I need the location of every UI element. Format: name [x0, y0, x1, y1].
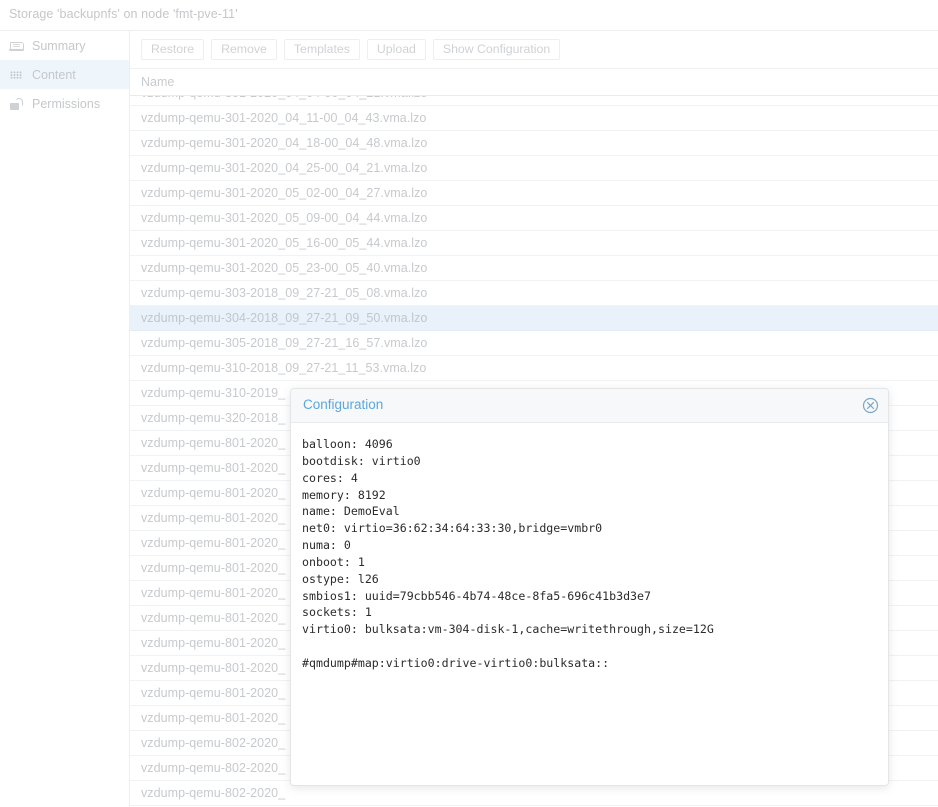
sidebar-item-content[interactable]: Content	[0, 60, 129, 89]
sidebar-item-permissions[interactable]: Permissions	[0, 89, 129, 118]
sidebar: Summary Content Permissions	[0, 31, 130, 807]
backup-file-name: vzdump-qemu-301-2020_04_11-00_04_43.vma.…	[141, 111, 426, 125]
backup-file-name: vzdump-qemu-801-2020_	[141, 611, 285, 625]
backup-file-name: vzdump-qemu-301-2020_05_02-00_04_27.vma.…	[141, 186, 427, 200]
backup-file-name: vzdump-qemu-801-2020_	[141, 461, 285, 475]
backup-file-name: vzdump-qemu-802-2020_	[141, 786, 285, 800]
unlock-icon	[8, 96, 26, 112]
table-row[interactable]: vzdump-qemu-301-2020_04_04-00_04_21.vma.…	[130, 96, 938, 106]
backup-file-name: vzdump-qemu-303-2018_09_27-21_05_08.vma.…	[141, 286, 427, 300]
page-title: Storage 'backupnfs' on node 'fmt-pve-11'	[9, 7, 238, 21]
table-row[interactable]: vzdump-qemu-301-2020_04_18-00_04_48.vma.…	[130, 131, 938, 156]
dialog-header[interactable]: Configuration	[291, 389, 888, 423]
sidebar-item-label: Permissions	[32, 97, 100, 111]
grid-column-header: Name	[130, 68, 938, 96]
backup-file-name: vzdump-qemu-320-2018_	[141, 411, 285, 425]
table-row[interactable]: vzdump-qemu-301-2020_04_11-00_04_43.vma.…	[130, 106, 938, 131]
close-circle-icon[interactable]	[862, 397, 879, 414]
table-row[interactable]: vzdump-qemu-301-2020_04_25-00_04_21.vma.…	[130, 156, 938, 181]
backup-file-name: vzdump-qemu-301-2020_04_25-00_04_21.vma.…	[141, 161, 427, 175]
backup-file-name: vzdump-qemu-304-2018_09_27-21_09_50.vma.…	[141, 311, 427, 325]
sidebar-item-summary[interactable]: Summary	[0, 31, 129, 60]
backup-file-name: vzdump-qemu-801-2020_	[141, 661, 285, 675]
configuration-text: balloon: 4096 bootdisk: virtio0 cores: 4…	[302, 436, 888, 672]
backup-file-name: vzdump-qemu-801-2020_	[141, 561, 285, 575]
show-configuration-button[interactable]: Show Configuration	[433, 39, 560, 60]
backup-file-name: vzdump-qemu-801-2020_	[141, 636, 285, 650]
dialog-body: balloon: 4096 bootdisk: virtio0 cores: 4…	[291, 423, 888, 785]
upload-button[interactable]: Upload	[367, 39, 426, 60]
toolbar: Restore Remove Templates Upload Show Configu…	[130, 31, 938, 68]
table-row[interactable]: vzdump-qemu-305-2018_09_27-21_16_57.vma.…	[130, 331, 938, 356]
backup-file-name: vzdump-qemu-801-2020_	[141, 586, 285, 600]
sidebar-item-label: Summary	[32, 39, 85, 53]
table-row[interactable]: vzdump-qemu-303-2018_09_27-21_05_08.vma.…	[130, 281, 938, 306]
column-header-name[interactable]: Name	[141, 75, 174, 89]
table-row[interactable]: vzdump-qemu-301-2020_05_02-00_04_27.vma.…	[130, 181, 938, 206]
backup-file-name: vzdump-qemu-801-2020_	[141, 536, 285, 550]
backup-file-name: vzdump-qemu-301-2020_04_04-00_04_21.vma.…	[141, 96, 427, 100]
backup-file-name: vzdump-qemu-301-2020_04_18-00_04_48.vma.…	[141, 136, 427, 150]
templates-button[interactable]: Templates	[284, 39, 360, 60]
content-grid-icon	[8, 67, 26, 83]
sidebar-item-label: Content	[32, 68, 76, 82]
backup-file-name: vzdump-qemu-801-2020_	[141, 436, 285, 450]
backup-file-name: vzdump-qemu-301-2020_05_16-00_05_44.vma.…	[141, 236, 427, 250]
configuration-dialog[interactable]: Configuration balloon: 4096 bootdisk: vi…	[290, 388, 889, 786]
table-row[interactable]: vzdump-qemu-304-2018_09_27-21_09_50.vma.…	[130, 306, 938, 331]
page-title-bar: Storage 'backupnfs' on node 'fmt-pve-11'	[0, 0, 938, 31]
backup-file-name: vzdump-qemu-310-2018_09_27-21_11_53.vma.…	[141, 361, 426, 375]
backup-file-name: vzdump-qemu-802-2020_	[141, 761, 285, 775]
backup-file-name: vzdump-qemu-801-2020_	[141, 486, 285, 500]
dialog-title: Configuration	[303, 397, 383, 412]
backup-file-name: vzdump-qemu-301-2020_05_23-00_05_40.vma.…	[141, 261, 427, 275]
remove-button[interactable]: Remove	[211, 39, 277, 60]
backup-file-name: vzdump-qemu-801-2020_	[141, 711, 285, 725]
backup-file-name: vzdump-qemu-305-2018_09_27-21_16_57.vma.…	[141, 336, 427, 350]
restore-button[interactable]: Restore	[141, 39, 204, 60]
backup-file-name: vzdump-qemu-801-2020_	[141, 511, 285, 525]
backup-file-name: vzdump-qemu-802-2020_	[141, 736, 285, 750]
table-row[interactable]: vzdump-qemu-301-2020_05_23-00_05_40.vma.…	[130, 256, 938, 281]
table-row[interactable]: vzdump-qemu-301-2020_05_16-00_05_44.vma.…	[130, 231, 938, 256]
backup-file-name: vzdump-qemu-310-2019_	[141, 386, 285, 400]
backup-file-name: vzdump-qemu-301-2020_05_09-00_04_44.vma.…	[141, 211, 427, 225]
backup-file-name: vzdump-qemu-801-2020_	[141, 686, 285, 700]
summary-book-icon	[8, 38, 26, 54]
table-row[interactable]: vzdump-qemu-301-2020_05_09-00_04_44.vma.…	[130, 206, 938, 231]
table-row[interactable]: vzdump-qemu-310-2018_09_27-21_11_53.vma.…	[130, 356, 938, 381]
